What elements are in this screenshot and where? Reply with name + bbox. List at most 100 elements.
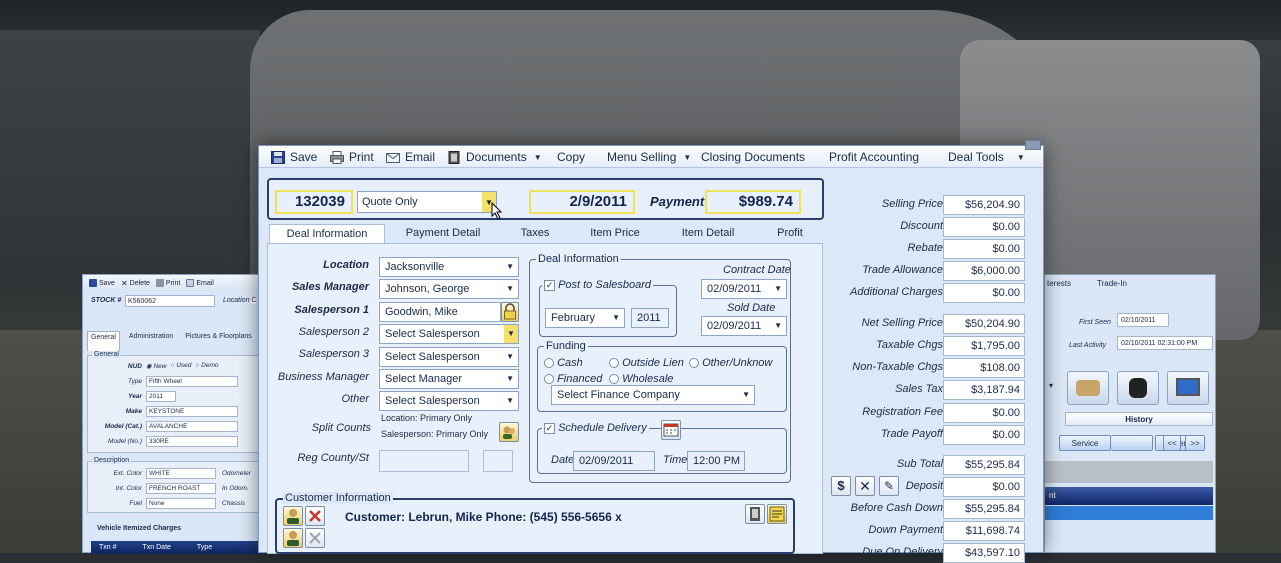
computer-button[interactable] [1167, 371, 1209, 405]
close-button[interactable] [1025, 140, 1041, 150]
email-button[interactable]: Email [386, 150, 435, 164]
location-select[interactable]: Jacksonville ▼ [379, 257, 519, 277]
deal-tools-menu[interactable]: Deal Tools ▼ [948, 150, 1025, 164]
history-row[interactable] [1045, 461, 1213, 483]
non-taxable-chgs-value[interactable]: $108.00 [943, 358, 1025, 378]
down-payment-value[interactable]: $11,698.74 [943, 521, 1025, 541]
sales-manager-select[interactable]: Johnson, George ▼ [379, 279, 519, 299]
make-input[interactable]: KEYSTONE [146, 406, 238, 417]
phone-button[interactable] [1117, 371, 1159, 405]
funding-financed-radio[interactable]: Financed [544, 373, 602, 385]
tab-item-detail[interactable]: Item Detail [673, 224, 743, 244]
fuel-select[interactable]: None [146, 498, 216, 509]
next-button[interactable]: >> [1185, 435, 1205, 451]
salesperson1-input[interactable]: Goodwin, Mike [379, 302, 501, 322]
nud-new-radio[interactable]: ◉ New [146, 362, 167, 370]
col-txn-num[interactable]: Txn # [99, 544, 117, 551]
inv-delete-button[interactable]: ✕ Delete [121, 279, 150, 288]
trade-allowance-value[interactable]: $6,000.00 [943, 261, 1025, 281]
tab-administration[interactable]: Administration [126, 331, 176, 351]
history-row-selected[interactable]: nt [1045, 487, 1213, 505]
funding-other-radio[interactable]: Other/Unknow [689, 357, 772, 369]
service-button[interactable]: Service [1059, 435, 1111, 451]
model-no-input[interactable]: 330RE [146, 436, 238, 447]
schedule-delivery-checkbox[interactable]: ✓ Schedule Delivery [542, 422, 649, 434]
additional-charges-value[interactable]: $0.00 [943, 283, 1025, 303]
lock-button[interactable] [501, 302, 519, 322]
due-on-delivery-value[interactable]: $43,597.10 [943, 543, 1025, 563]
copy-button[interactable]: Copy [557, 150, 585, 164]
sub-total-value[interactable]: $55,295.84 [943, 455, 1025, 475]
calendar-button[interactable] [661, 420, 681, 440]
tab-taxes[interactable]: Taxes [509, 224, 561, 244]
sales-tax-value[interactable]: $3,187.94 [943, 380, 1025, 400]
delivery-date-input[interactable]: 02/09/2011 [573, 451, 655, 471]
net-selling-price-value[interactable]: $50,204.90 [943, 314, 1025, 334]
stock-input[interactable]: K560062 [125, 295, 215, 307]
other-select[interactable]: Select Salesperson ▼ [379, 391, 519, 411]
business-manager-select[interactable]: Select Manager ▼ [379, 369, 519, 389]
customer-remove-button[interactable] [305, 506, 325, 526]
chevron-down-icon: ▼ [506, 374, 514, 383]
prev-button[interactable]: << [1163, 435, 1181, 451]
placeholder-button[interactable] [1111, 435, 1153, 451]
finance-company-select[interactable]: Select Finance Company ▼ [551, 385, 755, 405]
tab-payment-detail[interactable]: Payment Detail [397, 224, 489, 244]
before-cash-down-value[interactable]: $55,295.84 [943, 499, 1025, 519]
reg-state-input[interactable] [483, 450, 513, 472]
documents-menu[interactable]: Documents ▼ [447, 150, 542, 164]
customer-documents-button[interactable] [745, 504, 765, 524]
registration-fee-value[interactable]: $0.00 [943, 403, 1025, 423]
reg-county-input[interactable] [379, 450, 469, 472]
tab-interests[interactable]: terests [1047, 279, 1071, 288]
nud-demo-radio[interactable]: ○ Demo [195, 362, 218, 370]
closing-documents-button[interactable]: Closing Documents [701, 150, 805, 164]
funding-cash-radio[interactable]: Cash [544, 357, 583, 369]
delivery-time-input[interactable]: 12:00 PM [687, 451, 745, 471]
year-input[interactable]: 2011 [146, 391, 176, 402]
save-button[interactable]: Save [271, 150, 317, 164]
chevron-down-icon[interactable]: ▾ [1049, 381, 1053, 390]
tab-item-price[interactable]: Item Price [581, 224, 649, 244]
deposit-cancel-button[interactable]: ✕ [855, 476, 875, 496]
tab-deal-information[interactable]: Deal Information [269, 224, 385, 244]
dollar-button[interactable]: $ [831, 476, 851, 496]
inv-email-button[interactable]: Email [186, 279, 214, 287]
discount-value[interactable]: $0.00 [943, 217, 1025, 237]
year-input[interactable]: 2011 [631, 308, 669, 328]
deal-type-select[interactable]: Quote Only ▼ [357, 191, 497, 213]
col-type[interactable]: Type [197, 544, 212, 551]
inv-save-button[interactable]: Save [89, 279, 115, 287]
salesperson3-select[interactable]: Select Salesperson ▼ [379, 347, 519, 367]
cobuyer-lookup-button[interactable] [283, 528, 303, 548]
month-select[interactable]: February ▼ [545, 308, 625, 328]
funding-outside-lien-radio[interactable]: Outside Lien [609, 357, 684, 369]
cobuyer-remove-button[interactable] [305, 528, 325, 548]
tab-pictures[interactable]: Pictures & Floorplans [182, 331, 255, 351]
customer-lookup-button[interactable] [283, 506, 303, 526]
nud-used-radio[interactable]: ○ Used [171, 362, 192, 370]
post-salesboard-checkbox[interactable]: ✓ Post to Salesboard [542, 279, 654, 291]
deposit-value[interactable]: $0.00 [943, 477, 1025, 497]
trade-payoff-value[interactable]: $0.00 [943, 425, 1025, 445]
inv-print-button[interactable]: Print [155, 279, 180, 287]
col-txn-date[interactable]: Txn Date [143, 544, 171, 551]
menu-selling-menu[interactable]: Menu Selling ▼ [607, 150, 691, 164]
int-color-input[interactable]: FRENCH ROAST [146, 483, 216, 494]
model-cat-input[interactable]: AVALANCHE [146, 421, 238, 432]
split-edit-button[interactable] [499, 422, 519, 442]
history-row-highlight[interactable] [1045, 506, 1213, 520]
type-select[interactable]: Fifth Wheel [146, 376, 238, 387]
handshake-button[interactable] [1067, 371, 1109, 405]
rebate-value[interactable]: $0.00 [943, 239, 1025, 259]
salesperson2-select[interactable]: Select Salesperson ▼ [379, 324, 519, 344]
deposit-edit-button[interactable]: ✎ [879, 476, 899, 496]
tab-trade-in[interactable]: Trade-In [1097, 279, 1127, 288]
ext-color-input[interactable]: WHITE [146, 468, 216, 479]
tab-general[interactable]: General [87, 331, 120, 351]
taxable-chgs-value[interactable]: $1,795.00 [943, 336, 1025, 356]
selling-price-value[interactable]: $56,204.90 [943, 195, 1025, 215]
print-button[interactable]: Print [330, 150, 374, 164]
funding-wholesale-radio[interactable]: Wholesale [609, 373, 673, 385]
profit-accounting-button[interactable]: Profit Accounting [829, 150, 919, 164]
